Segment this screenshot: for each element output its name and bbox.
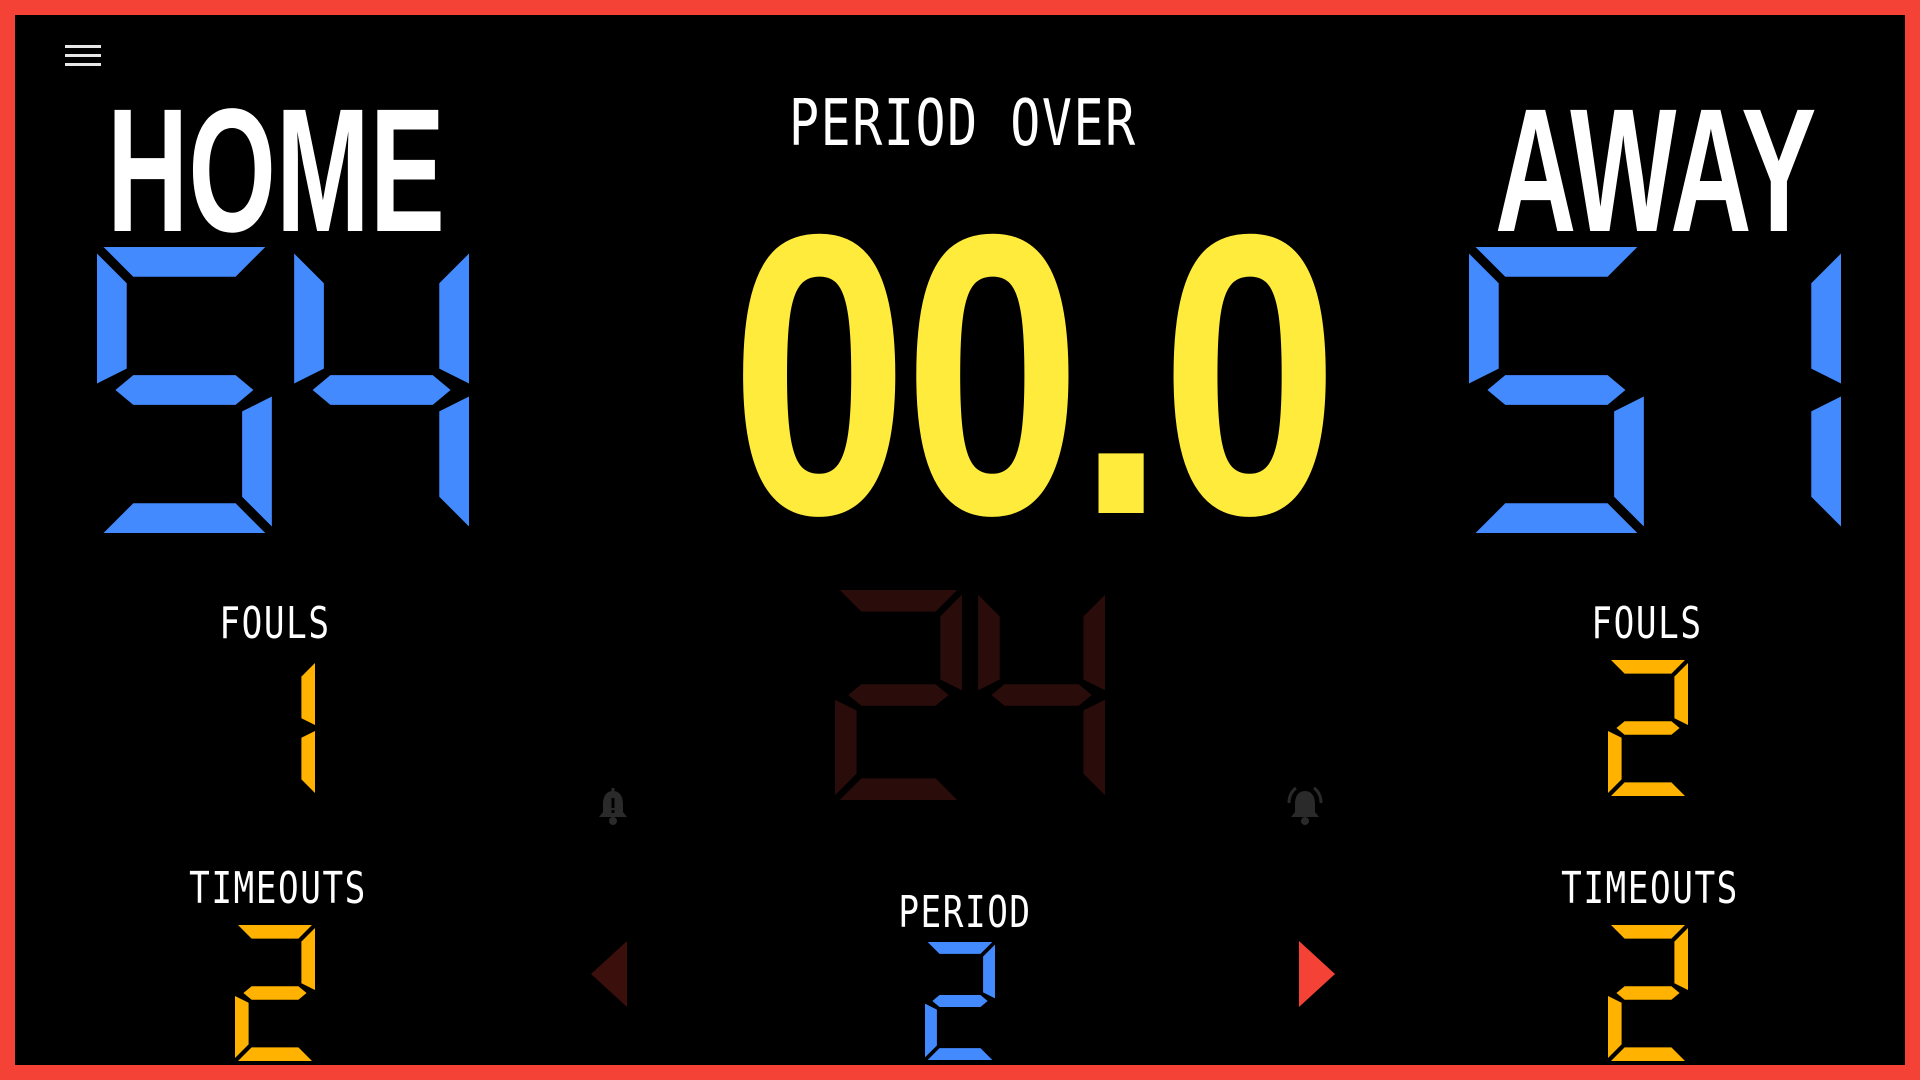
- segment-g: [848, 684, 949, 706]
- segment-e: [835, 699, 857, 796]
- away-score-digit: [1469, 247, 1644, 533]
- home-fouls-digit: [301, 662, 315, 794]
- segment-c: [1083, 699, 1105, 796]
- home-score-digit: [97, 247, 272, 533]
- segment-g: [312, 375, 451, 405]
- segment-f: [97, 253, 127, 384]
- segment-a: [1475, 247, 1638, 277]
- hamburger-menu-icon[interactable]: [61, 33, 105, 77]
- period-value[interactable]: [925, 942, 995, 1060]
- segment-c: [301, 730, 315, 794]
- segment-d: [927, 1048, 993, 1060]
- segment-a: [237, 925, 313, 939]
- segment-a: [1610, 925, 1686, 939]
- segment-b: [1083, 594, 1105, 691]
- period-label: PERIOD: [898, 887, 1032, 938]
- segment-d: [237, 1047, 313, 1061]
- away-team-name[interactable]: AWAY: [1495, 83, 1816, 259]
- segment-f: [1469, 253, 1499, 384]
- segment-g: [115, 375, 254, 405]
- home-fouls[interactable]: [235, 660, 315, 796]
- home-team-name[interactable]: HOME: [107, 83, 445, 259]
- shot-clock-digit: [978, 594, 1105, 796]
- segment-f: [294, 253, 324, 384]
- scoreboard: HOME AWAY PERIOD OVER 00.0 FOULS FOULS T…: [15, 15, 1905, 1065]
- segment-e: [1608, 995, 1622, 1059]
- segment-b: [1674, 927, 1688, 991]
- home-timeouts-label: TIMEOUTS: [189, 863, 367, 914]
- segment-b: [1811, 253, 1841, 384]
- home-fouls-label: FOULS: [219, 598, 331, 649]
- segment-e: [1608, 730, 1622, 794]
- away-timeouts[interactable]: [1608, 925, 1688, 1061]
- away-timeouts-digit: [1608, 925, 1688, 1061]
- segment-a: [103, 247, 266, 277]
- segment-f: [978, 594, 1000, 691]
- segment-d: [103, 503, 266, 533]
- segment-g: [243, 986, 307, 1000]
- away-timeouts-label: TIMEOUTS: [1561, 863, 1739, 914]
- segment-g: [932, 995, 988, 1007]
- segment-e: [925, 1003, 937, 1058]
- home-score[interactable]: [97, 247, 469, 533]
- shot-clock-digit: [835, 590, 962, 800]
- game-clock[interactable]: 00.0: [655, 175, 1338, 575]
- home-score-digit: [294, 253, 469, 527]
- home-timeouts-digit: [235, 925, 315, 1061]
- game-clock-value: 00.0: [730, 151, 1338, 598]
- segment-b: [439, 253, 469, 384]
- segment-d: [1610, 1047, 1686, 1061]
- segment-b: [301, 662, 315, 726]
- triangle-right-icon[interactable]: [1297, 939, 1337, 1009]
- segment-g: [1616, 721, 1680, 735]
- segment-g: [991, 684, 1092, 706]
- triangle-left-icon[interactable]: [589, 939, 629, 1009]
- home-timeouts[interactable]: [235, 925, 315, 1061]
- segment-e: [235, 995, 249, 1059]
- segment-b: [301, 927, 315, 991]
- segment-c: [242, 396, 272, 527]
- period-value-digit: [925, 942, 995, 1060]
- segment-b: [1674, 662, 1688, 726]
- segment-c: [439, 396, 469, 527]
- segment-a: [1610, 660, 1686, 674]
- game-status: PERIOD OVER: [789, 87, 1137, 161]
- away-score-digit: [1811, 253, 1841, 527]
- segment-b: [940, 594, 962, 691]
- shot-clock[interactable]: [835, 590, 1105, 800]
- bell-ring-icon[interactable]: [1283, 785, 1327, 829]
- segment-a: [839, 590, 958, 612]
- away-fouls-label: FOULS: [1591, 598, 1703, 649]
- segment-a: [927, 942, 993, 954]
- segment-d: [1610, 782, 1686, 796]
- segment-d: [1475, 503, 1638, 533]
- bell-icon[interactable]: [591, 785, 635, 829]
- segment-c: [1811, 396, 1841, 527]
- segment-g: [1487, 375, 1626, 405]
- segment-c: [1614, 396, 1644, 527]
- away-score[interactable]: [1469, 247, 1841, 533]
- segment-g: [1616, 986, 1680, 1000]
- segment-b: [983, 944, 995, 999]
- away-fouls-digit: [1608, 660, 1688, 796]
- segment-d: [839, 778, 958, 800]
- away-fouls[interactable]: [1608, 660, 1688, 796]
